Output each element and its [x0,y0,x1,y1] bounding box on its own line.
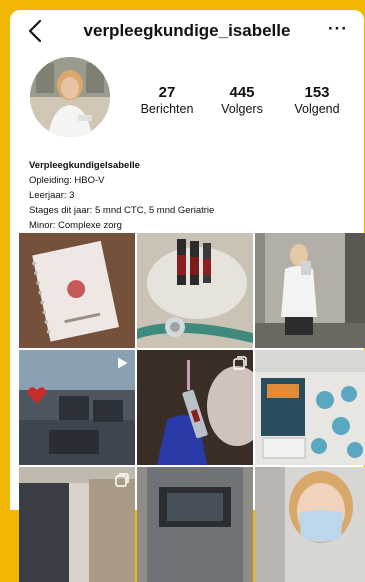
stat-value: 27 [158,84,176,101]
post-image [19,233,135,348]
profile-username: verpleegkundige_isabelle [83,21,291,40]
more-options-button[interactable]: ··· [328,19,348,39]
multiple-posts-icon [233,356,247,370]
post-thumbnail[interactable] [19,233,135,348]
profile-bio: VerpleegkundigeIsabelle Opleiding: HBO-V… [10,158,364,233]
post-thumbnail[interactable] [137,350,253,465]
stat-label: Volgend [294,102,340,116]
posts-grid [19,233,365,582]
post-thumbnail[interactable] [255,350,365,465]
post-thumbnail[interactable] [255,467,365,582]
post-thumbnail[interactable] [19,467,135,582]
stat-value: 445 [229,84,255,101]
multiple-posts-icon [115,473,129,487]
stat-posts[interactable]: 27 Berichten [132,85,202,118]
bio-name: VerpleegkundigeIsabelle [29,160,140,171]
top-bar: verpleegkundige_isabelle ··· [10,10,364,54]
profile-header: 27 Berichten 445 Volgers 153 Volgend [10,54,364,158]
avatar-photo [30,57,110,137]
post-image [137,467,253,582]
avatar[interactable] [30,57,110,137]
post-image [137,233,253,348]
post-image [255,467,365,582]
stat-followers[interactable]: 445 Volgers [207,85,277,118]
post-image [255,233,365,348]
bio-line: Leerjaar: 3 [29,190,75,201]
post-thumbnail[interactable] [137,233,253,348]
bio-line: Opleiding: HBO-V [29,175,105,186]
video-play-icon [118,357,128,369]
stat-value: 153 [304,84,330,101]
post-thumbnail[interactable] [19,350,135,465]
post-thumbnail[interactable] [255,233,365,348]
stat-following[interactable]: 153 Volgend [282,85,352,118]
profile-stats: 27 Berichten 445 Volgers 153 Volgend [132,85,352,118]
post-thumbnail[interactable] [137,467,253,582]
bio-line: Minor: Complexe zorg [29,220,122,231]
post-image [255,350,365,465]
stat-label: Berichten [140,102,194,116]
bio-line: Stages dit jaar: 5 mnd CTC, 5 mnd Geriat… [29,205,215,216]
stat-label: Volgers [221,102,263,116]
